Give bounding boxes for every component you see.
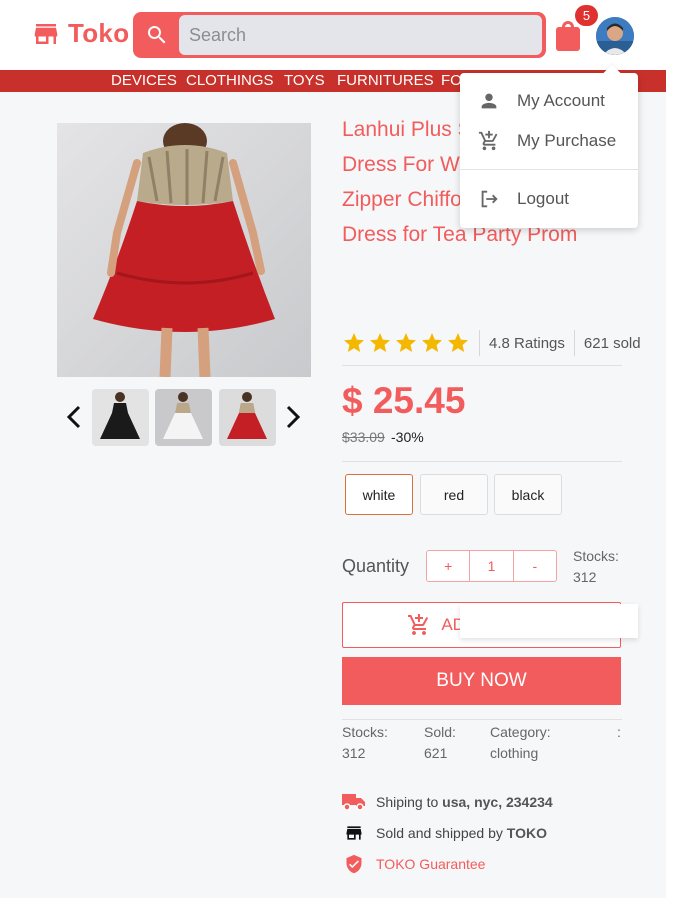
- divider: [479, 330, 480, 356]
- store-icon: [346, 826, 362, 840]
- menu-item-logout[interactable]: Logout: [460, 180, 638, 218]
- info-stocks: Stocks: 312: [342, 722, 388, 764]
- original-price: $33.09: [342, 429, 385, 445]
- cart-plus-icon: [408, 614, 429, 635]
- star-icon: [370, 333, 390, 352]
- guarantee-row: TOKO Guarantee: [342, 854, 485, 874]
- ratings-count: 4.8 Ratings: [489, 334, 565, 352]
- divider: [342, 461, 622, 462]
- star-icon: [448, 333, 468, 352]
- info-category-label: Category:: [490, 724, 551, 740]
- search-icon[interactable]: [145, 23, 169, 47]
- product-main-image[interactable]: [57, 123, 311, 377]
- seller-name: TOKO: [506, 825, 547, 841]
- brand-name: Toko: [68, 18, 130, 48]
- rating-row: 4.8 Ratings 621 sold: [342, 330, 641, 356]
- stocks-value: 312: [573, 569, 597, 585]
- sold-by-label: Sold and shipped by: [376, 825, 503, 841]
- cart-count-badge: 5: [575, 5, 598, 26]
- chevron-left-icon[interactable]: [64, 403, 84, 431]
- quantity-decrement-button[interactable]: -: [514, 551, 556, 581]
- ship-to-label: Shiping to: [376, 794, 439, 810]
- category-devices[interactable]: DEVICES: [111, 72, 177, 90]
- category-toys[interactable]: TOYS: [284, 72, 325, 90]
- quantity-stepper: + 1 -: [426, 550, 557, 582]
- divider: [342, 719, 622, 720]
- variant-red[interactable]: red: [420, 474, 488, 515]
- truck-icon: [342, 794, 365, 811]
- overlay-popup-fragment: [460, 604, 638, 638]
- info-stocks-label: Stocks:: [342, 724, 388, 740]
- star-rating: [342, 331, 470, 355]
- shield-check-icon: [346, 854, 362, 874]
- quantity-value[interactable]: 1: [469, 551, 514, 581]
- divider: [573, 330, 575, 356]
- current-price: $ 25.45: [342, 380, 466, 421]
- sold-count: 621 sold: [583, 334, 641, 352]
- top-header: Toko 5: [0, 0, 666, 70]
- search-bar: [133, 12, 546, 58]
- window-edge: [666, 0, 683, 898]
- info-category-value: clothing: [490, 745, 539, 761]
- category-food[interactable]: FO: [441, 72, 462, 90]
- shipping-row: Shiping to usa, nyc, 234234: [342, 792, 553, 812]
- variant-black[interactable]: black: [494, 474, 562, 515]
- star-icon: [422, 333, 442, 352]
- thumbnail-black[interactable]: [92, 389, 149, 446]
- search-input[interactable]: [179, 15, 542, 55]
- stocks-label: Stocks:: [573, 548, 619, 564]
- logout-icon: [481, 190, 498, 208]
- info-sold-value: 621: [424, 745, 448, 761]
- ship-location: usa, nyc, 234234: [442, 794, 553, 810]
- info-stocks-value: 312: [342, 745, 366, 761]
- buy-now-button[interactable]: BUY NOW: [342, 657, 621, 705]
- menu-item-label: Logout: [517, 189, 569, 208]
- star-icon: [344, 333, 364, 352]
- guarantee-label[interactable]: TOKO Guarantee: [376, 856, 485, 872]
- chevron-right-icon[interactable]: [283, 403, 303, 431]
- cart-plus-icon: [478, 130, 498, 151]
- stocks-side-info: Stocks: 312: [573, 546, 619, 588]
- menu-item-my-purchase[interactable]: My Purchase: [460, 122, 638, 160]
- store-icon: [34, 23, 58, 44]
- menu-item-label: My Account: [517, 91, 605, 110]
- person-icon: [481, 93, 497, 109]
- avatar[interactable]: [596, 17, 634, 55]
- thumbnail-red[interactable]: [219, 389, 276, 446]
- variant-white[interactable]: white: [345, 474, 413, 515]
- quantity-label: Quantity: [342, 556, 410, 576]
- brand-logo[interactable]: Toko: [30, 18, 129, 49]
- divider: [342, 365, 622, 366]
- seller-row: Sold and shipped by TOKO: [342, 823, 547, 843]
- thumbnail-white[interactable]: [155, 389, 212, 446]
- menu-item-my-account[interactable]: My Account: [460, 82, 638, 120]
- discount-percent: -30%: [391, 429, 424, 445]
- info-sold-label: Sold:: [424, 724, 456, 740]
- star-icon: [396, 333, 416, 352]
- menu-item-label: My Purchase: [517, 131, 617, 150]
- category-clothings[interactable]: CLOTHINGS: [186, 72, 274, 90]
- category-furnitures[interactable]: FURNITURES: [337, 72, 434, 90]
- account-dropdown-menu: My Account My Purchase Logout: [460, 64, 638, 228]
- quantity-increment-button[interactable]: +: [427, 551, 469, 581]
- info-sold: Sold: 621: [424, 722, 456, 764]
- info-category: Category: clothing: [490, 722, 551, 764]
- info-extra: :: [617, 724, 621, 740]
- menu-divider: [460, 169, 638, 170]
